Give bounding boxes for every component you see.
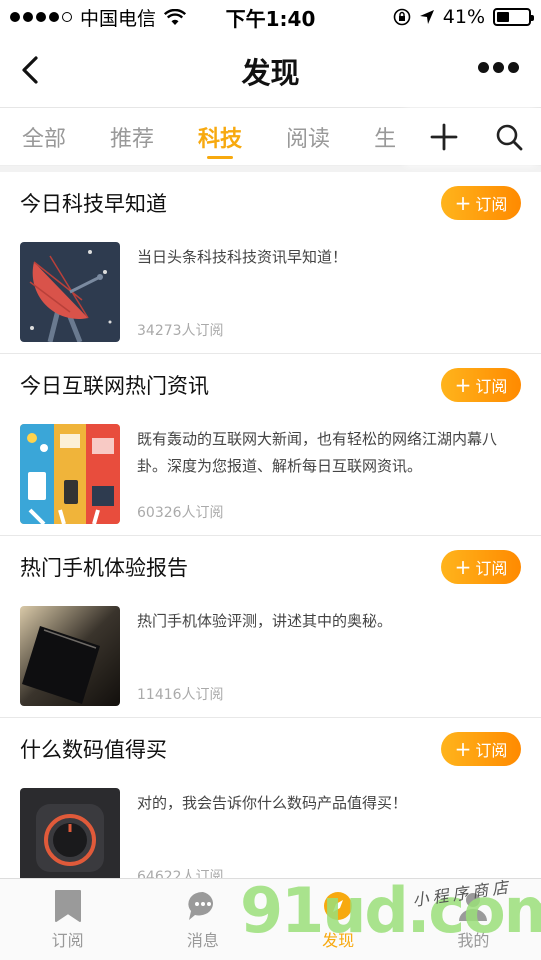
item-description: 热门手机体验评测，讲述其中的奥秘。 [137, 612, 393, 630]
item-thumbnail [20, 424, 120, 524]
subscriber-count: 60326人订阅 [137, 505, 224, 521]
subscribe-button[interactable]: + 订阅 [441, 732, 521, 766]
item-thumbnail [20, 788, 120, 888]
nav-bar: 发现 [0, 34, 541, 108]
item-title: 今日互联网热门资讯 [20, 374, 209, 398]
list-item[interactable]: 热门手机体验报告 + 订阅 热门手机体验评测，讲述其中的奥秘。 11416人订阅 [0, 536, 541, 718]
battery-percent: 41% [442, 6, 485, 28]
item-title: 热门手机体验报告 [20, 556, 188, 580]
page-title: 发现 [241, 55, 300, 90]
subscriber-count: 34273人订阅 [137, 323, 224, 339]
tab-category[interactable]: 阅读 [264, 108, 352, 165]
item-thumbnail [20, 242, 120, 342]
search-icon[interactable] [494, 122, 524, 152]
tab-category[interactable]: 科技 [176, 108, 264, 165]
carrier-name: 中国电信 [80, 7, 157, 30]
user-icon [459, 892, 488, 921]
tabbar-item-messages[interactable]: 消息 [135, 879, 270, 960]
item-description: 对的，我会告诉你什么数码产品值得买！ [137, 794, 408, 812]
item-description: 当日头条科技科技资讯早知道！ [137, 248, 348, 266]
tabbar-item-discover[interactable]: 发现 [271, 879, 406, 960]
discover-icon [324, 891, 353, 920]
more-options-button[interactable] [478, 62, 519, 73]
status-bar: 中国电信 下午1:40 41% [0, 0, 541, 34]
item-description: 既有轰动的互联网大新闻，也有轻松的网络江湖内幕八卦。深度为您报道、解析每日互联网… [137, 430, 498, 475]
tabbar-item-profile[interactable]: 我的 [406, 879, 541, 960]
back-button[interactable] [16, 54, 48, 86]
category-tabs: 全部 推荐 科技 阅读生 [0, 108, 541, 166]
add-icon[interactable] [429, 122, 459, 152]
subscribe-button[interactable]: + 订阅 [441, 550, 521, 584]
list-item[interactable]: 今日互联网热门资讯 + 订阅 既有轰动的互联网大新闻，也有轻松的网络江湖内幕八卦… [0, 354, 541, 536]
chat-bubble-icon [188, 891, 213, 920]
tab-category[interactable]: 生 [352, 108, 410, 165]
bookmark-icon [54, 889, 81, 922]
bottom-tab-bar: 订阅 消息 发现 我的 [0, 878, 541, 960]
item-thumbnail [20, 606, 120, 706]
tab-category[interactable]: 推荐 [88, 108, 176, 165]
subscribe-button[interactable]: + 订阅 [441, 186, 521, 220]
tab-category[interactable]: 全部 [0, 108, 88, 165]
item-title: 什么数码值得买 [20, 738, 167, 762]
item-title: 今日科技早知道 [20, 192, 167, 216]
list-item[interactable]: 今日科技早知道 + 订阅 当日头条科技科技资讯早知道！ 34273人订阅 [0, 172, 541, 354]
channel-list: 今日科技早知道 + 订阅 当日头条科技科技资讯早知道！ 34273人订阅 今日互… [0, 172, 541, 900]
tabbar-item-subscribe[interactable]: 订阅 [0, 879, 135, 960]
signal-strength-icon [10, 12, 72, 22]
subscribe-button[interactable]: + 订阅 [441, 368, 521, 402]
tab-actions [411, 108, 541, 165]
list-item[interactable]: 什么数码值得买 + 订阅 对的，我会告诉你什么数码产品值得买！ 64622人订阅 [0, 718, 541, 900]
battery-icon [493, 8, 534, 26]
orientation-lock-icon [393, 8, 411, 26]
subscriber-count: 11416人订阅 [137, 687, 224, 703]
wifi-icon [164, 8, 187, 25]
location-arrow-icon [419, 10, 434, 24]
